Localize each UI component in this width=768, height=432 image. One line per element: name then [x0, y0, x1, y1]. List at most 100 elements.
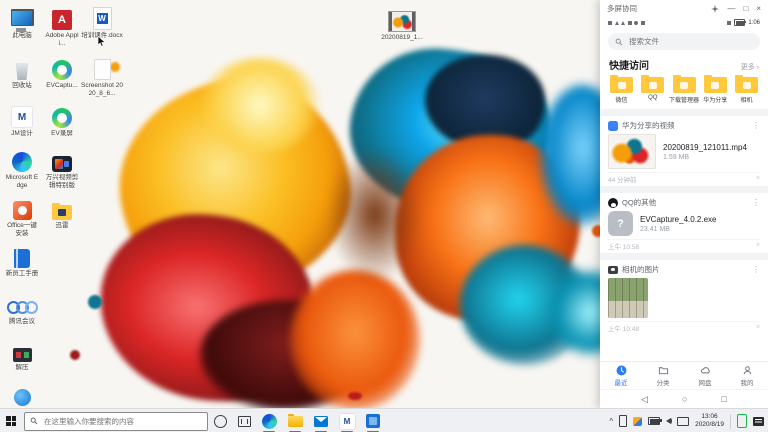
- taskbar-app-jm[interactable]: M: [334, 409, 360, 432]
- desktop-icon-archive[interactable]: 解压: [4, 338, 40, 372]
- status-left-icons: [608, 20, 645, 25]
- desktop-icon-this-pc[interactable]: 此电脑: [4, 6, 40, 40]
- desktop-icon-handbook[interactable]: 新员工手册: [4, 244, 40, 278]
- search-icon: [615, 33, 623, 51]
- icon-label: EV录屏: [51, 130, 73, 137]
- battery-tray-icon[interactable]: [648, 417, 662, 425]
- desktop-icon-evcapture[interactable]: EVCaptu...: [44, 56, 80, 90]
- action-center-icon[interactable]: [753, 416, 764, 426]
- person-icon: [743, 365, 751, 374]
- folder-app-icon: [52, 203, 72, 220]
- folder-wechat[interactable]: 微信: [607, 75, 636, 104]
- icon-label: 解压: [15, 364, 29, 371]
- clock-icon: [616, 365, 626, 375]
- search-icon: [30, 412, 38, 430]
- card-source: 华为分享的视频: [622, 121, 675, 130]
- dismiss-icon[interactable]: ×: [756, 324, 760, 331]
- status-right-icons: 1:06: [727, 18, 760, 27]
- icon-label: 新员工手册: [5, 270, 39, 277]
- minimize-button[interactable]: —: [727, 4, 735, 13]
- section-divider: [600, 109, 768, 116]
- photo-thumbnail: [608, 278, 648, 318]
- phone-statusbar: 1:06: [600, 17, 768, 28]
- icon-label: 万兴视频剪辑特别版: [45, 174, 79, 189]
- colored-tray-icon[interactable]: [633, 416, 643, 426]
- start-button[interactable]: [0, 409, 22, 432]
- taskbar-app-explorer[interactable]: [282, 409, 308, 432]
- taskbar-search-box[interactable]: [24, 411, 208, 431]
- close-button[interactable]: ×: [756, 4, 761, 13]
- desktop-icon-screenshot-file[interactable]: Screenshot 2020_8_6...: [80, 56, 124, 98]
- more-link[interactable]: 更多 ›: [741, 62, 759, 72]
- file-row[interactable]: ? EVCapture_4.0.2.exe 23.41 MB: [608, 209, 760, 239]
- desktop-icon-wondershare[interactable]: 万兴视频剪辑特别版: [44, 148, 80, 190]
- camera-icon: [608, 265, 618, 274]
- show-hidden-icons[interactable]: ^: [609, 417, 613, 426]
- card-menu-icon[interactable]: ⋮: [752, 121, 760, 130]
- desktop-icon-recycle-bin[interactable]: 回收站: [4, 56, 40, 90]
- recycle-bin-icon: [15, 63, 29, 80]
- icon-label: 迅雷: [55, 222, 69, 229]
- search-input[interactable]: [627, 36, 753, 47]
- jm-icon: M: [338, 412, 356, 430]
- taskbar-clock[interactable]: 13:06 2020/8/19: [695, 413, 724, 429]
- file-row[interactable]: 20200819_121011.mp4 1.59 MB: [608, 132, 760, 172]
- desktop-icon-adobe[interactable]: A Adobe Appli...: [44, 6, 80, 48]
- desktop-icon-edge[interactable]: Microsoft Edge: [4, 148, 40, 190]
- speaker-icon[interactable]: [666, 418, 673, 424]
- ev-swirl-icon: [52, 60, 72, 80]
- folder-qq[interactable]: QQ: [638, 75, 667, 104]
- nav-home-button[interactable]: ○: [682, 394, 687, 404]
- icon-label: JM设计: [11, 130, 33, 137]
- desktop-icon-office[interactable]: Office一键安装: [4, 196, 40, 238]
- dismiss-icon[interactable]: ×: [756, 242, 760, 249]
- file-icon: [93, 59, 111, 80]
- icon-label: Office一键安装: [7, 222, 37, 237]
- video-editor-icon: [52, 156, 72, 172]
- file-name: 20200819_121011.mp4: [663, 142, 747, 152]
- desktop-icon-ev-recorder[interactable]: EV录屏: [44, 104, 80, 138]
- keyboard-icon[interactable]: [677, 416, 690, 426]
- card-menu-icon[interactable]: ⋮: [752, 265, 760, 274]
- desktop-icon-video-file[interactable]: 20200819_1...: [380, 8, 424, 42]
- taskbar-search-input[interactable]: [42, 415, 202, 427]
- folder-icon: [658, 366, 668, 374]
- tab-me[interactable]: 我的: [726, 365, 768, 387]
- desktop-icon-blue-app[interactable]: [4, 382, 40, 406]
- folder-icon: [703, 75, 727, 93]
- mail-icon: [314, 415, 328, 427]
- quick-access-header: 快捷访问 更多 ›: [600, 53, 768, 74]
- phone-tray-icon[interactable]: [619, 415, 628, 427]
- task-view-button[interactable]: [232, 409, 256, 432]
- desktop-icon-thunder[interactable]: 迅雷: [44, 196, 80, 230]
- connected-phone-icon[interactable]: [737, 414, 747, 428]
- folder-huawei-share[interactable]: 华为分享: [701, 75, 730, 104]
- screen: 此电脑 A Adobe Appli... W 培训课件.docx 回收站 EVC…: [0, 0, 768, 432]
- file-row[interactable]: [608, 276, 760, 321]
- folder-camera[interactable]: 相机: [732, 75, 761, 104]
- tab-categories[interactable]: 分类: [642, 365, 684, 387]
- desktop-icon-jm[interactable]: M JM设计: [4, 104, 40, 138]
- cortana-button[interactable]: [208, 409, 232, 432]
- taskbar-app-photos[interactable]: [360, 409, 386, 432]
- folder-icon: [672, 75, 696, 93]
- file-search-bar[interactable]: [608, 33, 760, 50]
- sparkle-icon[interactable]: [711, 0, 720, 18]
- word-doc-icon: W: [92, 7, 112, 30]
- taskbar-app-mail[interactable]: [308, 409, 334, 432]
- file-explorer-icon: [287, 413, 303, 427]
- dismiss-icon[interactable]: ×: [756, 175, 760, 182]
- tab-recent[interactable]: 最近: [600, 365, 642, 387]
- windows-taskbar: M ^ 13:06 2020/8/19: [0, 408, 768, 432]
- nav-back-button[interactable]: ◁: [641, 394, 648, 405]
- window-title: 多屏协同: [607, 4, 637, 13]
- edge-icon: [261, 413, 277, 429]
- taskbar-app-edge[interactable]: [256, 409, 282, 432]
- recent-card-camera: 相机的图片 ⋮ 上午 10:48 ×: [600, 260, 768, 335]
- tab-cloud-drive[interactable]: 网盘: [684, 365, 726, 387]
- nav-recents-button[interactable]: □: [721, 394, 726, 404]
- desktop-icon-meeting[interactable]: 腾讯会议: [4, 292, 40, 326]
- folder-downloads[interactable]: 下载管理器: [669, 75, 699, 104]
- maximize-button[interactable]: □: [743, 4, 748, 13]
- card-menu-icon[interactable]: ⋮: [752, 198, 760, 207]
